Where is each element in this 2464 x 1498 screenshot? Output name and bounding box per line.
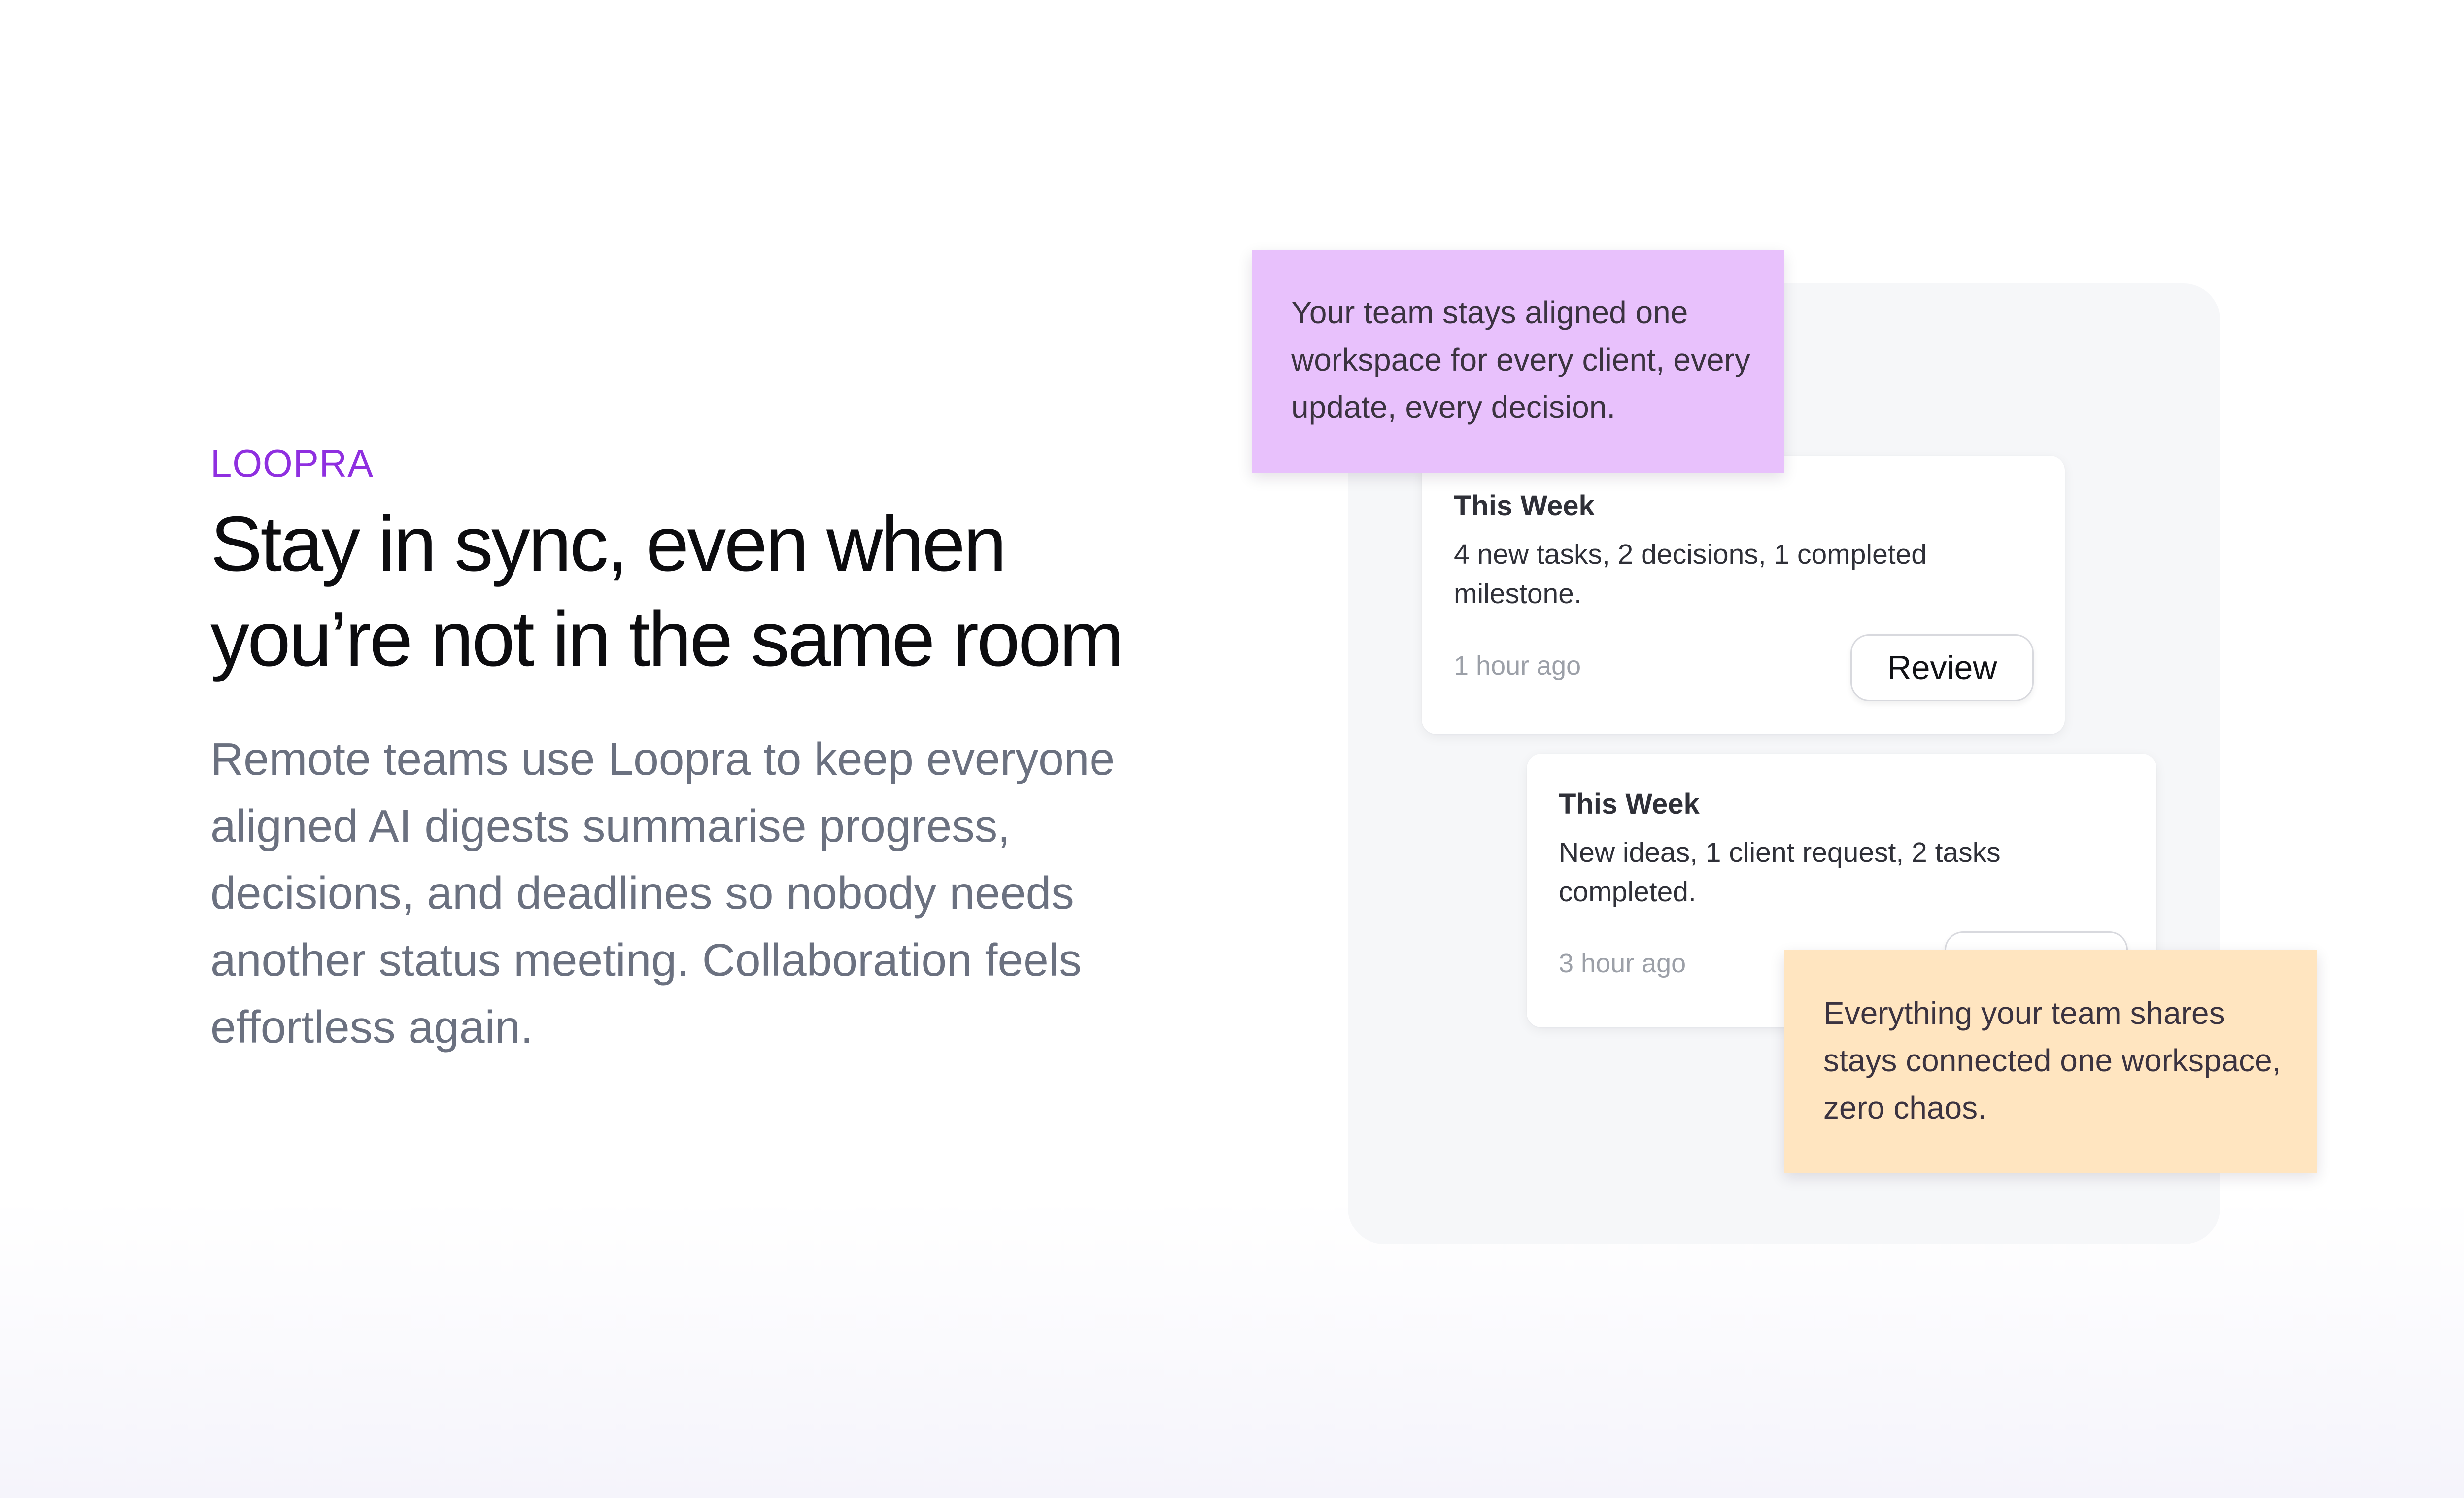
sticky-note-text: Your team stays aligned one workspace fo… [1291,295,1750,425]
card-timestamp: 1 hour ago [1454,651,1581,681]
digest-card: This Week 4 new tasks, 2 decisions, 1 co… [1422,456,2065,734]
sticky-note-alignment: Your team stays aligned one workspace fo… [1252,250,1784,473]
hero-headline: Stay in sync, even when you’re not in th… [210,501,1124,682]
card-summary: 4 new tasks, 2 decisions, 1 completed mi… [1454,539,1927,610]
card-title: This Week [1454,490,1595,522]
brand-eyebrow: LOOPRA [210,442,374,485]
hero-section: LOOPRA Stay in sync, even when you’re no… [210,439,1171,1060]
sticky-note-text: Everything your team shares stays connec… [1823,995,2281,1125]
card-summary: New ideas, 1 client request, 2 tasks com… [1559,837,2001,908]
sticky-note-connected: Everything your team shares stays connec… [1784,950,2317,1173]
card-title: This Week [1559,788,1700,820]
hero-description: Remote teams use Loopra to keep everyone… [210,733,1115,1053]
review-button[interactable]: Review [1850,634,2034,701]
card-timestamp: 3 hour ago [1559,949,1686,978]
